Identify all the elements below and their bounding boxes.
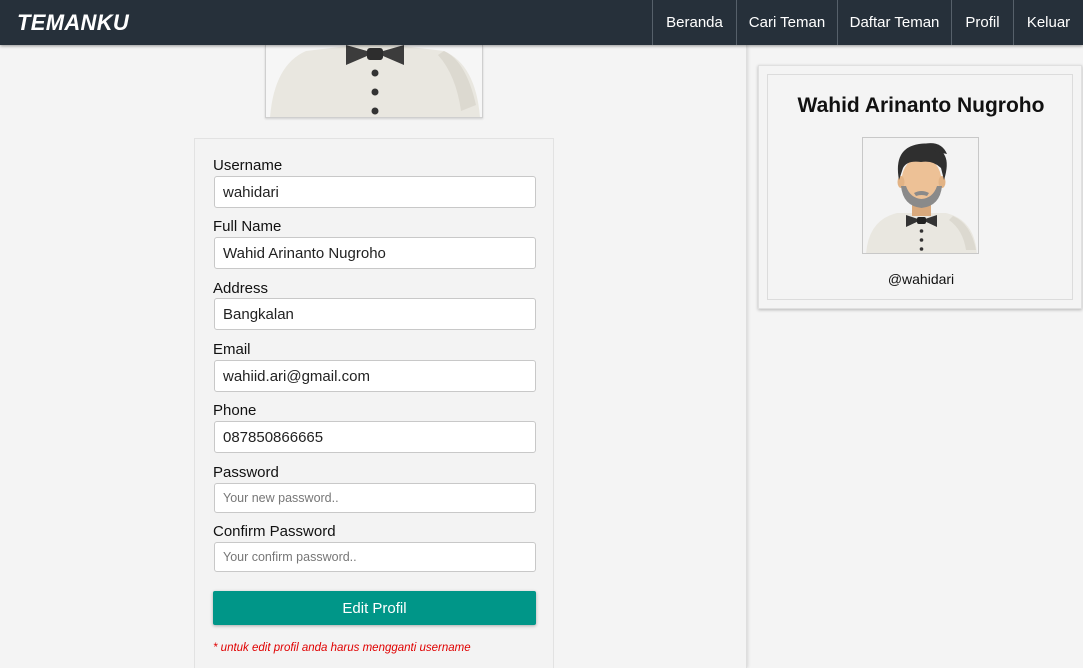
brand-logo[interactable]: TEMANKU (0, 10, 129, 36)
nav-item-keluar[interactable]: Keluar (1013, 0, 1083, 45)
edit-profile-panel: Username Full Name Address Email Phone P… (0, 45, 747, 668)
phone-label: Phone (213, 402, 257, 419)
username-label: Username (213, 157, 283, 174)
nav-menu: Beranda Cari Teman Daftar Teman Profil K… (652, 0, 1083, 45)
username-input[interactable] (214, 176, 536, 208)
profile-username: @wahidari (887, 271, 955, 287)
nav-item-beranda[interactable]: Beranda (652, 0, 736, 45)
address-input[interactable] (214, 298, 536, 330)
address-label: Address (213, 280, 269, 297)
profile-card: Wahid Arinanto Nugroho @wahidari (758, 65, 1082, 309)
fullname-input[interactable] (214, 237, 536, 269)
edit-profile-note: * untuk edit profil anda harus mengganti… (213, 642, 471, 654)
fullname-label: Full Name (213, 218, 282, 235)
email-input[interactable] (214, 360, 536, 392)
edit-profil-button[interactable]: Edit Profil (213, 591, 536, 625)
user-avatar-icon (265, 45, 483, 118)
top-navbar: TEMANKU Beranda Cari Teman Daftar Teman … (0, 0, 1083, 45)
confirm-password-input[interactable] (214, 542, 536, 572)
nav-item-daftar-teman[interactable]: Daftar Teman (837, 0, 951, 45)
nav-item-cari-teman[interactable]: Cari Teman (736, 0, 837, 45)
edit-profile-form: Username Full Name Address Email Phone P… (194, 138, 554, 668)
confirm-password-label: Confirm Password (213, 523, 336, 540)
profile-card-inner: Wahid Arinanto Nugroho @wahidari (767, 74, 1073, 300)
profile-avatar-icon (862, 137, 979, 254)
password-input[interactable] (214, 483, 536, 513)
password-label: Password (213, 464, 279, 481)
email-label: Email (213, 341, 251, 358)
profile-name: Wahid Arinanto Nugroho (797, 94, 1045, 117)
phone-input[interactable] (214, 421, 536, 453)
nav-item-profil[interactable]: Profil (951, 0, 1013, 45)
